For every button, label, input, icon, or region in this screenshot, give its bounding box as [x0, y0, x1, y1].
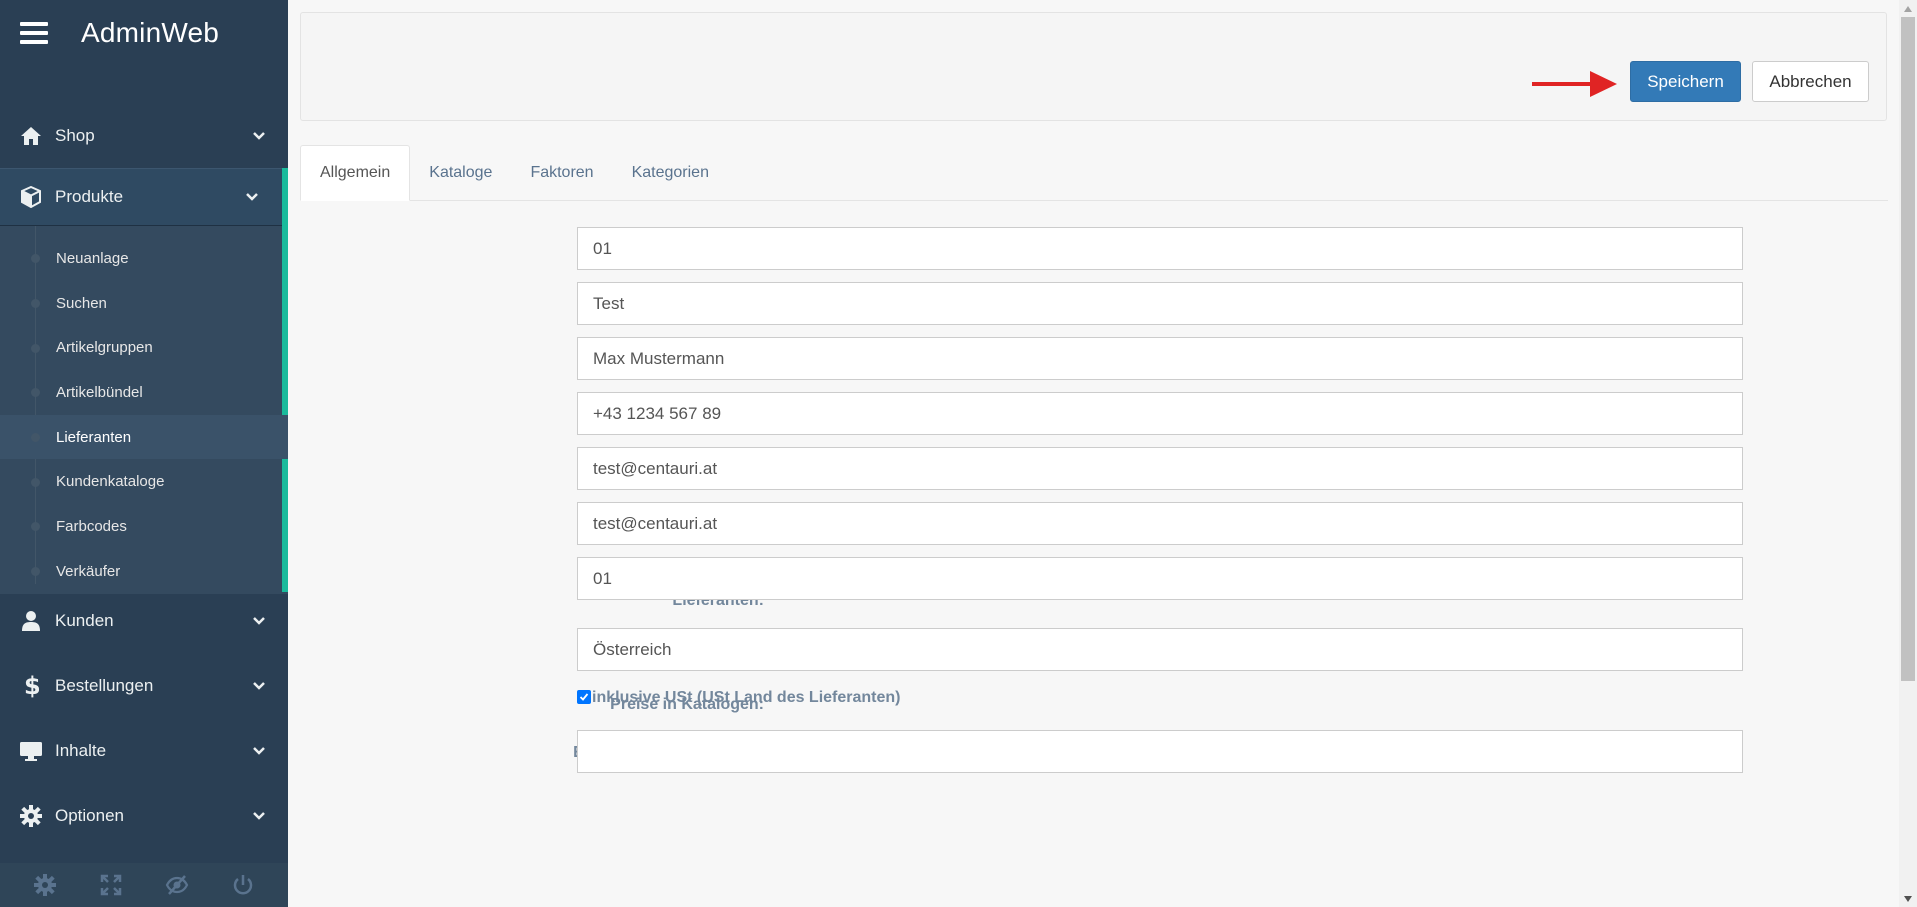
- sidebar-item-label: Produkte: [55, 187, 124, 206]
- brand-title: AdminWeb: [81, 17, 220, 48]
- sidebar-item-inhalte[interactable]: Inhalte: [0, 718, 288, 783]
- dollar-icon: $: [19, 673, 43, 699]
- tab-kataloge[interactable]: Kataloge: [410, 145, 511, 200]
- submenu-item-suchen[interactable]: Suchen: [0, 281, 288, 326]
- vat-country-input[interactable]: [577, 628, 1743, 671]
- sidebar-item-shop[interactable]: Shop: [0, 104, 288, 168]
- supplier-input[interactable]: [577, 282, 1743, 325]
- settings-icon[interactable]: [33, 873, 57, 897]
- monitor-icon: [19, 739, 43, 763]
- chevron-down-icon: [252, 126, 266, 146]
- vat-inclusive-checkbox-label[interactable]: inklusive USt (USt Land des Lieferanten): [592, 688, 901, 708]
- sidebar: AdminWeb Shop Produkte Neuanlage Suchen …: [0, 0, 288, 907]
- submenu-item-farbcodes[interactable]: Farbcodes: [0, 504, 288, 549]
- chevron-down-icon: [245, 187, 259, 207]
- sidebar-item-produkte[interactable]: Produkte: [0, 168, 288, 226]
- action-toolbar: Speichern Abbrechen: [300, 12, 1887, 121]
- order-email-input[interactable]: [577, 502, 1743, 545]
- brand-bar: AdminWeb: [0, 0, 288, 66]
- phone-input[interactable]: [577, 392, 1743, 435]
- submenu-item-label: Farbcodes: [56, 517, 127, 535]
- gear-icon: [19, 804, 43, 828]
- tab-kategorien[interactable]: Kategorien: [613, 145, 728, 200]
- customer-number-input[interactable]: [577, 557, 1743, 600]
- sidebar-item-kunden[interactable]: Kunden: [0, 588, 288, 653]
- main-content: Speichern Abbrechen Allgemein Kataloge F…: [288, 0, 1899, 907]
- sidebar-item-label: Bestellungen: [55, 675, 154, 695]
- submenu-item-label: Suchen: [56, 294, 107, 312]
- sidebar-item-label: Inhalte: [55, 740, 107, 760]
- tab-bar: Allgemein Kataloge Faktoren Kategorien: [300, 145, 1888, 201]
- submenu-produkte: Neuanlage Suchen Artikelgruppen Artikelb…: [0, 168, 288, 594]
- eye-slash-icon[interactable]: [165, 873, 189, 897]
- submenu-item-artikelbuendel[interactable]: Artikelbündel: [0, 370, 288, 415]
- scroll-up-arrow-icon[interactable]: [1899, 0, 1917, 17]
- home-icon: [19, 124, 43, 148]
- sidebar-item-label: Kunden: [55, 610, 114, 630]
- sidebar-item-label: Optionen: [55, 805, 124, 825]
- fullscreen-icon[interactable]: [99, 873, 123, 897]
- supplier-number-input[interactable]: [577, 227, 1743, 270]
- cube-icon: [19, 185, 43, 209]
- sidebar-item-label: Shop: [55, 126, 95, 145]
- cancel-button[interactable]: Abbrechen: [1752, 61, 1869, 102]
- chevron-down-icon: [252, 611, 266, 631]
- erp-template-input[interactable]: [577, 730, 1743, 773]
- submenu-item-label: Lieferanten: [56, 428, 132, 446]
- submenu-item-artikelgruppen[interactable]: Artikelgruppen: [0, 325, 288, 370]
- sidebar-item-bestellungen[interactable]: $ Bestellungen: [0, 653, 288, 718]
- submenu-item-lieferanten[interactable]: Lieferanten: [0, 414, 288, 460]
- vat-inclusive-checkbox[interactable]: [577, 690, 591, 704]
- red-arrow-icon: [1532, 69, 1618, 104]
- chevron-down-icon: [252, 741, 266, 761]
- submenu-item-verkaeufer[interactable]: Verkäufer: [0, 549, 288, 594]
- contact-person-input[interactable]: [577, 337, 1743, 380]
- sidebar-footer: [0, 863, 288, 907]
- user-icon: [19, 609, 43, 633]
- submenu-item-kundenkataloge[interactable]: Kundenkataloge: [0, 459, 288, 504]
- power-icon[interactable]: [231, 873, 255, 897]
- submenu-item-label: Artikelbündel: [56, 383, 143, 401]
- svg-text:$: $: [24, 673, 39, 699]
- save-button[interactable]: Speichern: [1630, 61, 1741, 102]
- submenu-item-label: Artikelgruppen: [56, 339, 153, 357]
- submenu-item-label: Verkäufer: [56, 562, 121, 580]
- sidebar-menu: Shop Produkte Neuanlage Suchen Artikelgr…: [0, 104, 288, 594]
- contact-email-input[interactable]: [577, 447, 1743, 490]
- tab-allgemein[interactable]: Allgemein: [300, 145, 411, 201]
- hamburger-menu-icon[interactable]: [20, 22, 48, 44]
- submenu-item-neuanlage[interactable]: Neuanlage: [0, 236, 288, 281]
- page-scrollbar[interactable]: [1899, 0, 1917, 907]
- scrollbar-thumb[interactable]: [1901, 17, 1915, 681]
- submenu-item-label: Kundenkataloge: [56, 473, 165, 491]
- chevron-down-icon: [252, 806, 266, 826]
- submenu-item-label: Neuanlage: [56, 249, 129, 267]
- sidebar-item-optionen[interactable]: Optionen: [0, 783, 288, 848]
- tab-faktoren[interactable]: Faktoren: [511, 145, 612, 200]
- scroll-down-arrow-icon[interactable]: [1899, 890, 1917, 907]
- sidebar-menu-lower: Kunden $ Bestellungen Inhalte Optionen: [0, 588, 288, 848]
- chevron-down-icon: [252, 676, 266, 696]
